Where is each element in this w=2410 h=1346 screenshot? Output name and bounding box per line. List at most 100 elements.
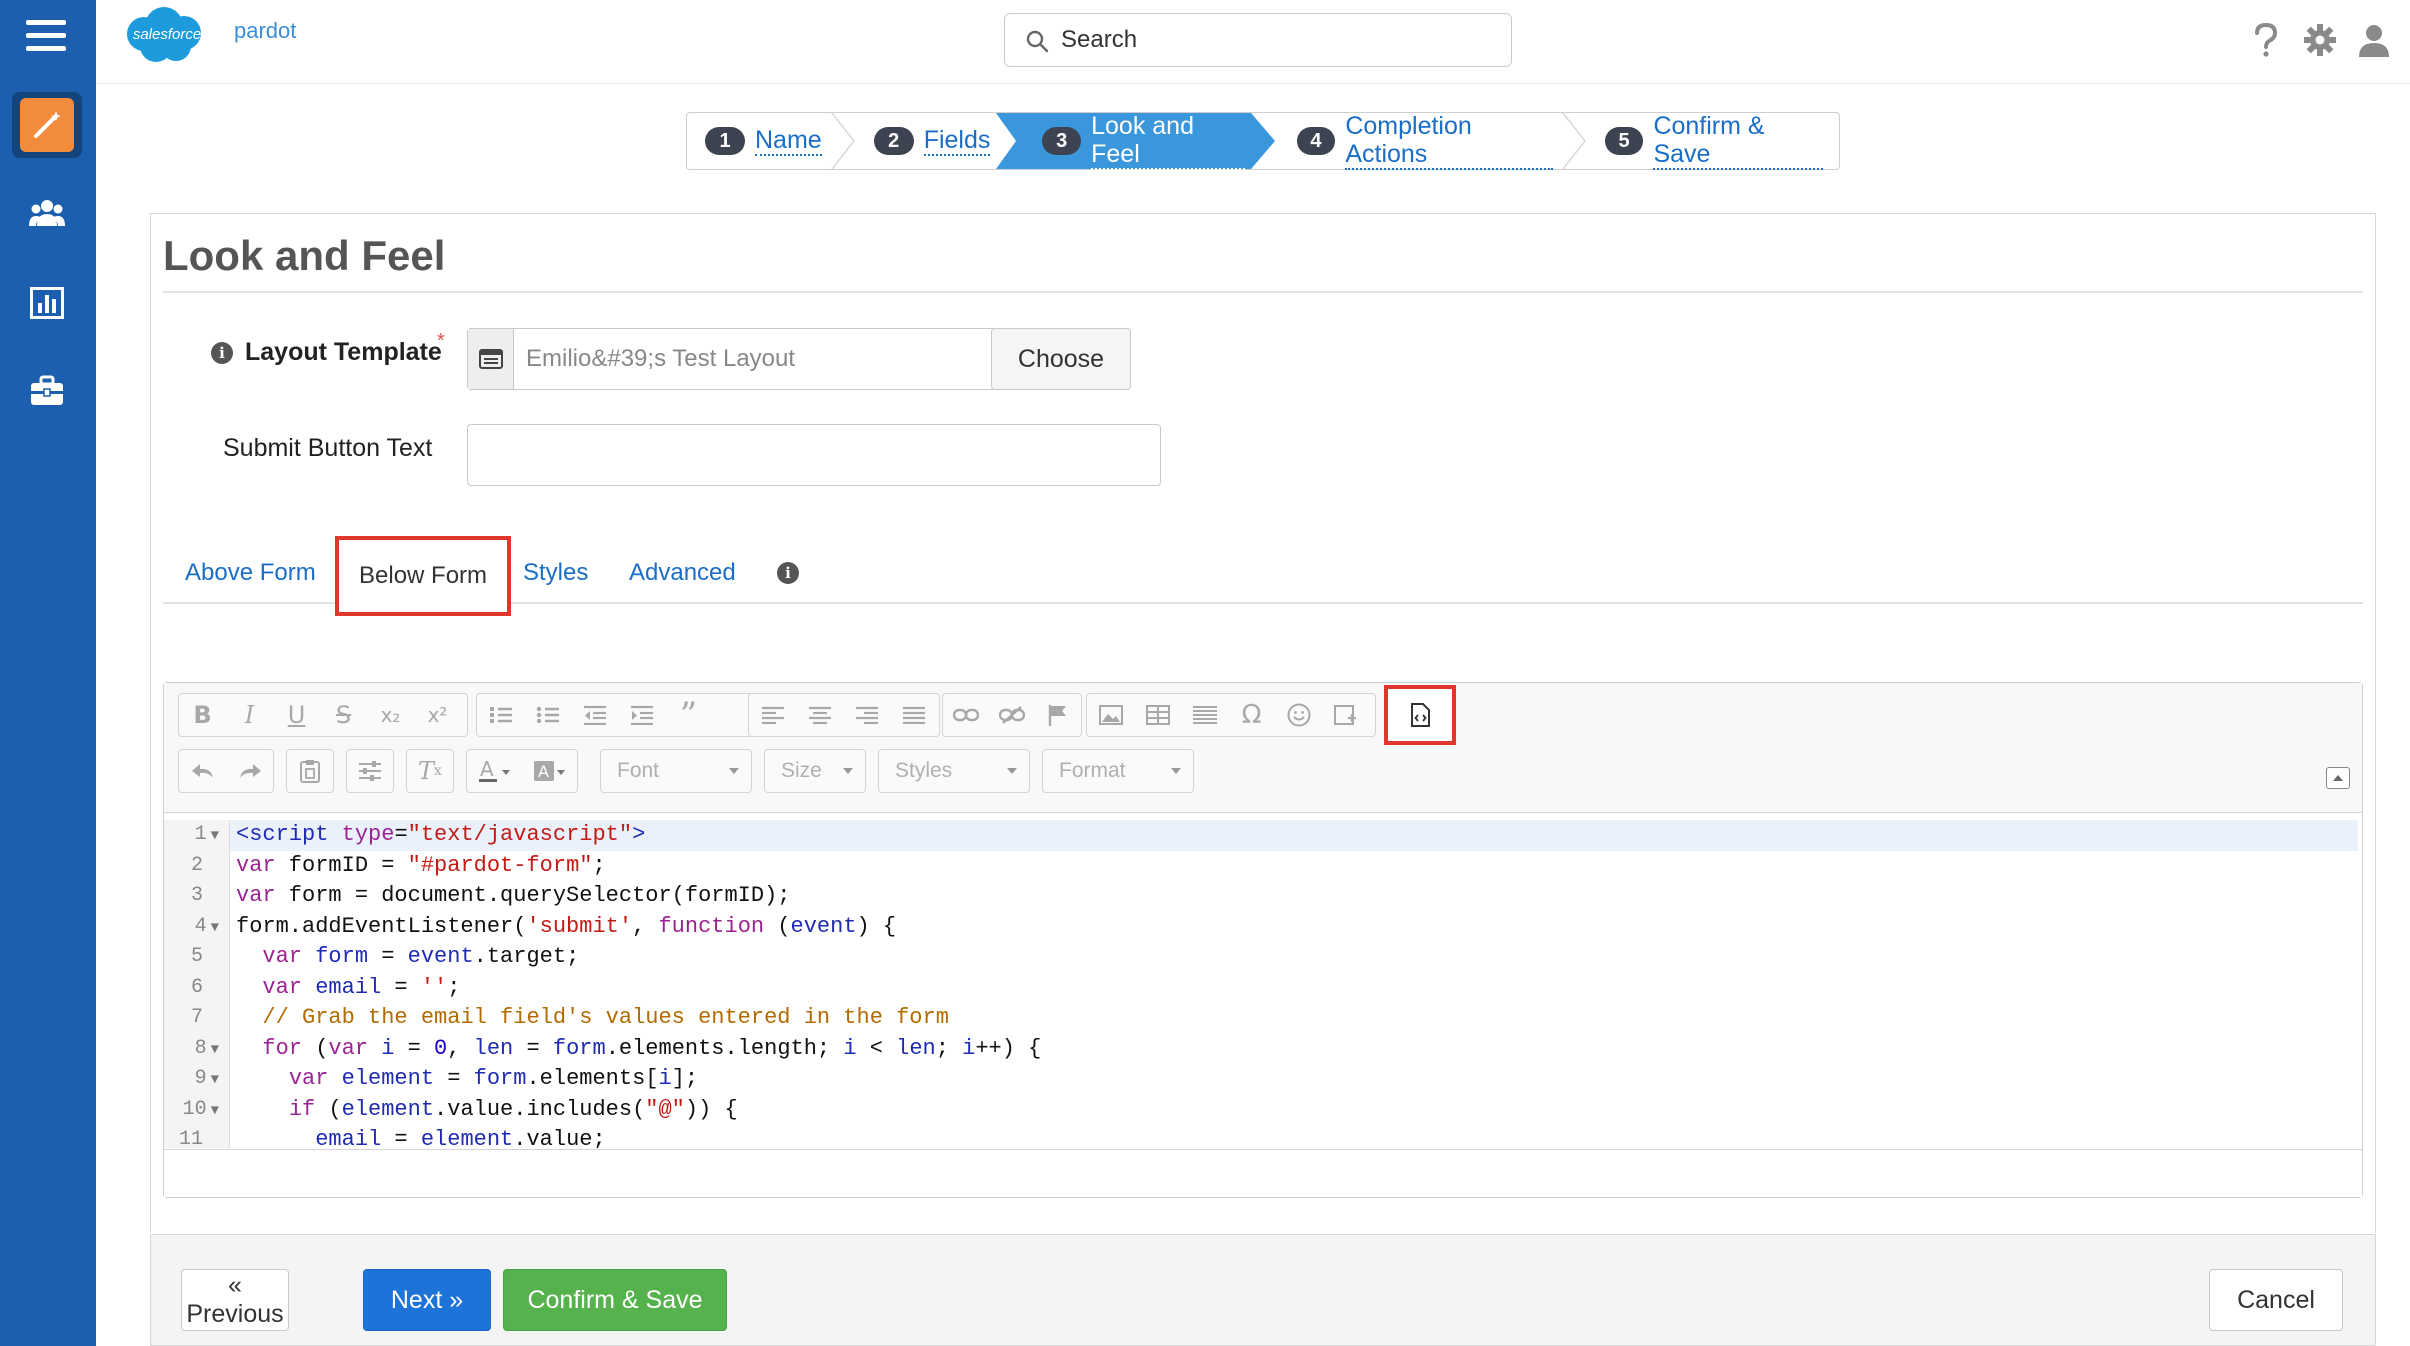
outdent-icon[interactable] bbox=[571, 694, 618, 736]
gear-icon[interactable] bbox=[2300, 20, 2340, 60]
code-line: var form = event.target; bbox=[262, 944, 580, 969]
source-code-area[interactable]: 1 ▼ 2 3 4 ▼ 5 6 7 8 ▼ 9 ▼ 10 ▼ 11 <script typ… bbox=[164, 814, 2362, 1148]
search-input[interactable] bbox=[1061, 22, 1491, 58]
user-profile-icon[interactable] bbox=[2354, 20, 2394, 60]
step-label[interactable]: Name bbox=[755, 126, 822, 156]
indent-icon[interactable] bbox=[618, 694, 665, 736]
wizard-step-name[interactable]: 1 Name bbox=[687, 113, 856, 169]
hamburger-menu-icon[interactable] bbox=[26, 20, 66, 54]
strikethrough-icon[interactable]: S bbox=[320, 694, 367, 736]
link-icon[interactable] bbox=[943, 694, 989, 736]
wizard-step-completion-actions[interactable]: 4 Completion Actions bbox=[1279, 112, 1587, 170]
logo-cloud-text: salesforce bbox=[132, 26, 202, 43]
italic-icon[interactable]: I bbox=[226, 694, 273, 736]
align-center-icon[interactable] bbox=[796, 694, 843, 736]
sidebar-item-marketing[interactable] bbox=[12, 92, 82, 158]
layout-template-list-icon bbox=[468, 329, 514, 389]
code-line: email = element.value; bbox=[315, 1127, 606, 1148]
logo-brand-text: pardot bbox=[234, 18, 297, 43]
align-left-icon[interactable] bbox=[749, 694, 796, 736]
step-label[interactable]: Confirm & Save bbox=[1653, 112, 1823, 170]
sidebar-item-prospects[interactable] bbox=[12, 180, 82, 246]
search-icon bbox=[1026, 30, 1049, 53]
confirm-save-button[interactable]: Confirm & Save bbox=[503, 1269, 727, 1331]
toolbar-group-insert: Ω bbox=[1086, 693, 1376, 737]
blockquote-icon[interactable]: ” bbox=[665, 694, 712, 736]
source-code-icon[interactable] bbox=[1384, 685, 1456, 745]
special-character-icon[interactable]: Ω bbox=[1228, 694, 1275, 736]
sidebar-item-admin[interactable] bbox=[12, 358, 82, 424]
step-label[interactable]: Look and Feel bbox=[1091, 112, 1245, 170]
image-icon[interactable] bbox=[1087, 694, 1134, 736]
code-line: form.addEventListener('submit', function… bbox=[236, 913, 897, 939]
code-lines: <script type="text/javascript"> var form… bbox=[230, 820, 2358, 1148]
toolbar-group-paragraph: ” bbox=[476, 693, 766, 737]
step-label[interactable]: Completion Actions bbox=[1345, 112, 1553, 170]
line-number: 11 bbox=[178, 1128, 203, 1148]
table-icon[interactable] bbox=[1134, 694, 1181, 736]
salesforce-pardot-logo[interactable]: salesforce pardot bbox=[122, 6, 382, 70]
line-number: 1 ▼ bbox=[194, 823, 219, 846]
superscript-icon[interactable]: x² bbox=[414, 694, 461, 736]
tab-above-form[interactable]: Above Form bbox=[185, 544, 316, 602]
wizard-step-confirm-save[interactable]: 5 Confirm & Save bbox=[1587, 112, 1839, 170]
step-label[interactable]: Fields bbox=[923, 126, 991, 156]
editor-status-bar bbox=[164, 1149, 2362, 1197]
wizard-step-look-and-feel[interactable]: 3 Look and Feel bbox=[1024, 112, 1279, 170]
collapse-toolbar-icon[interactable] bbox=[2326, 767, 2350, 789]
step-number: 4 bbox=[1296, 127, 1336, 155]
line-number: 9 ▼ bbox=[194, 1067, 219, 1090]
subscript-icon[interactable]: x₂ bbox=[367, 694, 414, 736]
underline-icon[interactable]: U bbox=[273, 694, 320, 736]
bulleted-list-icon[interactable] bbox=[524, 694, 571, 736]
numbered-list-icon[interactable] bbox=[477, 694, 524, 736]
format-dropdown-label: Format bbox=[1059, 759, 1126, 782]
text-color-icon[interactable]: A bbox=[467, 750, 522, 792]
background-color-icon[interactable]: A bbox=[522, 750, 577, 792]
redo-icon[interactable] bbox=[226, 750, 273, 792]
info-icon[interactable]: i bbox=[211, 342, 233, 364]
format-dropdown[interactable]: Format bbox=[1042, 749, 1194, 793]
chevron-down-icon bbox=[1171, 768, 1181, 774]
tab-styles[interactable]: Styles bbox=[523, 544, 588, 602]
justify-icon[interactable] bbox=[890, 694, 937, 736]
horizontal-line-icon[interactable] bbox=[1181, 694, 1228, 736]
insert-block-icon[interactable] bbox=[1322, 694, 1369, 736]
sidebar-item-reports[interactable] bbox=[12, 270, 82, 336]
toolbar-group-paste bbox=[286, 749, 334, 793]
paste-icon[interactable] bbox=[287, 750, 333, 792]
top-header: salesforce pardot bbox=[96, 0, 2410, 84]
toolbar-group-align bbox=[748, 693, 940, 737]
users-icon bbox=[29, 200, 65, 226]
align-right-icon[interactable] bbox=[843, 694, 890, 736]
size-dropdown[interactable]: Size bbox=[764, 749, 866, 793]
tab-advanced[interactable]: Advanced bbox=[629, 544, 736, 602]
wizard-step-fields[interactable]: 2 Fields bbox=[856, 113, 1025, 169]
step-number: 2 bbox=[873, 127, 914, 155]
cancel-button[interactable]: Cancel bbox=[2209, 1269, 2343, 1331]
content-tabs: Above Form Below Form Styles Advanced i bbox=[163, 536, 2363, 616]
line-number: 6 bbox=[190, 975, 203, 999]
form-wizard-steps: 1 Name 2 Fields 3 Look and Feel 4 Comple… bbox=[686, 112, 1840, 170]
fold-arrow-icon: ▼ bbox=[210, 919, 219, 936]
previous-button[interactable]: « Previous bbox=[181, 1269, 289, 1331]
anchor-flag-icon[interactable] bbox=[1035, 694, 1081, 736]
unlink-icon[interactable] bbox=[989, 694, 1035, 736]
emoji-icon[interactable] bbox=[1275, 694, 1322, 736]
fold-arrow-icon: ▼ bbox=[210, 1072, 219, 1088]
code-line: // Grab the email field's values entered… bbox=[262, 1005, 949, 1030]
tab-below-form[interactable]: Below Form bbox=[335, 536, 512, 616]
styles-dropdown[interactable]: Styles bbox=[878, 749, 1030, 793]
undo-icon[interactable] bbox=[179, 750, 226, 792]
step-separator-icon bbox=[831, 113, 855, 169]
tabs-info-icon[interactable]: i bbox=[777, 562, 799, 584]
choose-template-button[interactable]: Choose bbox=[991, 328, 1131, 390]
submit-button-text-input[interactable] bbox=[467, 424, 1161, 486]
next-button[interactable]: Next » bbox=[363, 1269, 491, 1331]
clear-formatting-icon[interactable]: Tx bbox=[407, 750, 453, 792]
font-dropdown[interactable]: Font bbox=[600, 749, 752, 793]
help-icon[interactable] bbox=[2246, 20, 2286, 60]
bold-icon[interactable]: B bbox=[179, 694, 226, 736]
settings-sliders-icon[interactable] bbox=[347, 750, 393, 792]
fold-arrow-icon: ▼ bbox=[210, 1041, 219, 1058]
